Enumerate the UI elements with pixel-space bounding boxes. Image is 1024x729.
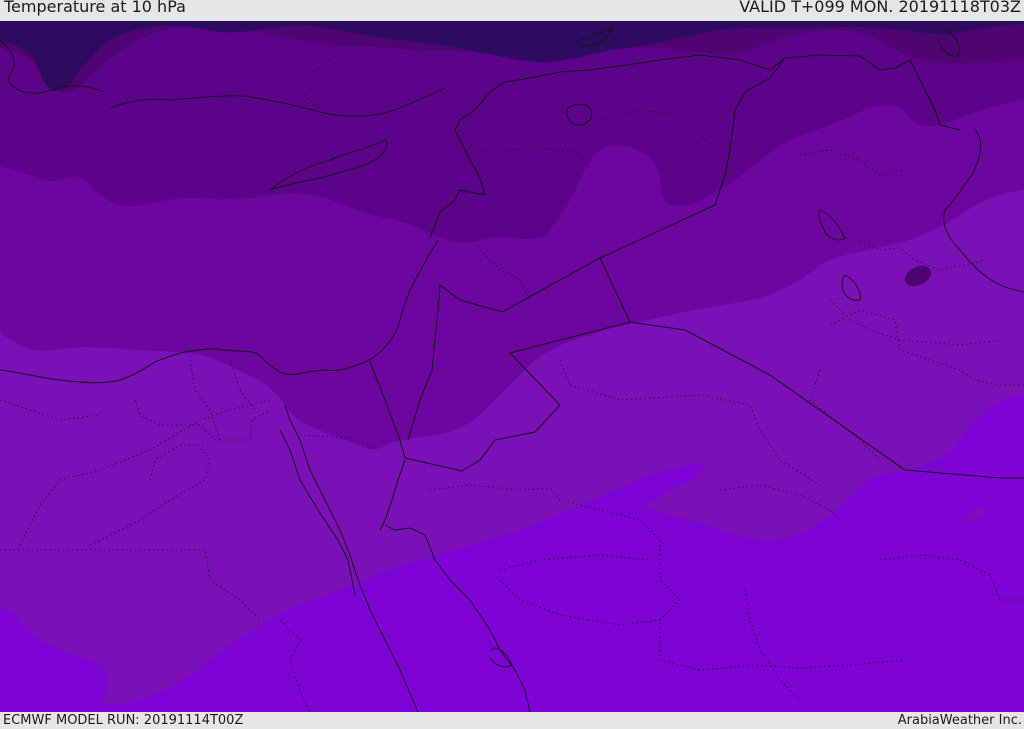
map-title: Temperature at 10 hPa (4, 0, 186, 16)
temperature-map (0, 21, 1024, 712)
footer-bar: ECMWF MODEL RUN: 20191114T00Z ArabiaWeat… (0, 712, 1024, 729)
credit-text: ArabiaWeather Inc. (897, 713, 1022, 728)
header-bar: Temperature at 10 hPa VALID T+099 MON. 2… (0, 0, 1024, 21)
map-panel (0, 21, 1024, 712)
model-run: ECMWF MODEL RUN: 20191114T00Z (3, 713, 244, 728)
valid-time: VALID T+099 MON. 20191118T03Z (739, 0, 1021, 16)
